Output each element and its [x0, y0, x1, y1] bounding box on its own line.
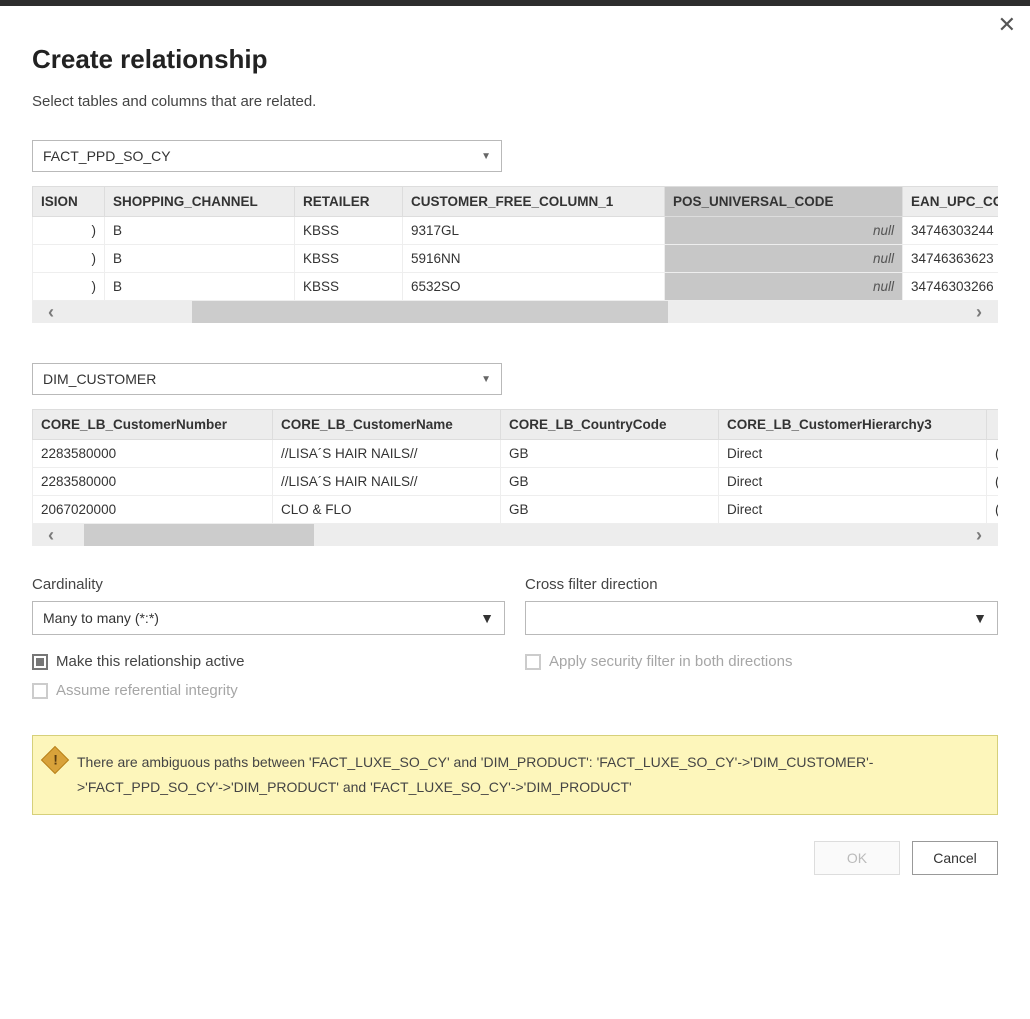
warning-icon: !	[41, 746, 69, 774]
checkbox-icon	[32, 683, 48, 699]
table1-col-ision[interactable]: ISION	[33, 187, 105, 217]
create-relationship-dialog: Create relationship Select tables and co…	[0, 6, 1030, 915]
table2-select[interactable]: DIM_CUSTOMER ▼	[32, 363, 502, 395]
table2-scrollbar[interactable]: ‹ ›	[32, 524, 998, 546]
table-row: 2067020000 CLO & FLO GB Direct (	[33, 496, 999, 524]
dialog-title: Create relationship	[32, 44, 998, 75]
cardinality-label: Cardinality	[32, 576, 505, 593]
chevron-right-icon[interactable]: ›	[976, 303, 982, 321]
apply-security-checkbox: Apply security filter in both directions	[525, 653, 998, 670]
table-row: ) B KBSS 6532SO null 34746303266	[33, 273, 999, 301]
chevron-left-icon[interactable]: ‹	[48, 303, 54, 321]
table-row: ) B KBSS 5916NN null 34746363623	[33, 245, 999, 273]
crossfilter-label: Cross filter direction	[525, 576, 998, 593]
cancel-button[interactable]: Cancel	[912, 841, 998, 875]
crossfilter-select[interactable]: ▼	[525, 601, 998, 635]
cardinality-value: Many to many (*:*)	[43, 610, 159, 626]
table1-col-pos-universal-code[interactable]: POS_UNIVERSAL_CODE	[665, 187, 903, 217]
table2-preview: CORE_LB_CustomerNumber CORE_LB_CustomerN…	[32, 409, 998, 546]
table1-select-value: FACT_PPD_SO_CY	[43, 148, 171, 164]
assume-referential-checkbox: Assume referential integrity	[32, 682, 505, 699]
dialog-footer: OK Cancel	[32, 841, 998, 875]
make-active-checkbox[interactable]: Make this relationship active	[32, 653, 505, 670]
warning-banner: ! There are ambiguous paths between 'FAC…	[32, 735, 998, 815]
chevron-down-icon: ▼	[973, 610, 987, 626]
table2-col-country-code[interactable]: CORE_LB_CountryCode	[501, 410, 719, 440]
table1-scrollbar[interactable]: ‹ ›	[32, 301, 998, 323]
table2-col-customer-name[interactable]: CORE_LB_CustomerName	[273, 410, 501, 440]
table1-preview: ISION SHOPPING_CHANNEL RETAILER CUSTOMER…	[32, 186, 998, 323]
table2-select-value: DIM_CUSTOMER	[43, 371, 156, 387]
relationship-flags: Make this relationship active Assume ref…	[32, 653, 998, 711]
chevron-down-icon: ▼	[481, 151, 491, 162]
chevron-right-icon[interactable]: ›	[976, 526, 982, 544]
table-row: 2283580000 //LISA´S HAIR NAILS// GB Dire…	[33, 440, 999, 468]
ok-button: OK	[814, 841, 900, 875]
table-row: 2283580000 //LISA´S HAIR NAILS// GB Dire…	[33, 468, 999, 496]
table-row: ) B KBSS 9317GL null 34746303244	[33, 217, 999, 245]
table1-col-customer-free-column-1[interactable]: CUSTOMER_FREE_COLUMN_1	[403, 187, 665, 217]
chevron-left-icon[interactable]: ‹	[48, 526, 54, 544]
table1-header-row: ISION SHOPPING_CHANNEL RETAILER CUSTOMER…	[33, 187, 999, 217]
table2-col-customer-number[interactable]: CORE_LB_CustomerNumber	[33, 410, 273, 440]
chevron-down-icon: ▼	[481, 374, 491, 385]
table2-col-next[interactable]	[987, 410, 999, 440]
warning-text: There are ambiguous paths between 'FACT_…	[77, 754, 873, 795]
table1-col-retailer[interactable]: RETAILER	[295, 187, 403, 217]
table1-select[interactable]: FACT_PPD_SO_CY ▼	[32, 140, 502, 172]
table2-col-customer-hierarchy3[interactable]: CORE_LB_CustomerHierarchy3	[719, 410, 987, 440]
checkbox-icon	[525, 654, 541, 670]
table1-col-ean-upc[interactable]: EAN_UPC_CO	[903, 187, 999, 217]
table1-col-shopping-channel[interactable]: SHOPPING_CHANNEL	[105, 187, 295, 217]
checkbox-icon	[32, 654, 48, 670]
chevron-down-icon: ▼	[480, 610, 494, 626]
dialog-subtitle: Select tables and columns that are relat…	[32, 93, 998, 110]
table2-header-row: CORE_LB_CustomerNumber CORE_LB_CustomerN…	[33, 410, 999, 440]
scroll-thumb[interactable]	[192, 301, 668, 323]
relationship-options: Cardinality Many to many (*:*) ▼ Cross f…	[32, 576, 998, 635]
scroll-thumb[interactable]	[84, 524, 314, 546]
cardinality-select[interactable]: Many to many (*:*) ▼	[32, 601, 505, 635]
